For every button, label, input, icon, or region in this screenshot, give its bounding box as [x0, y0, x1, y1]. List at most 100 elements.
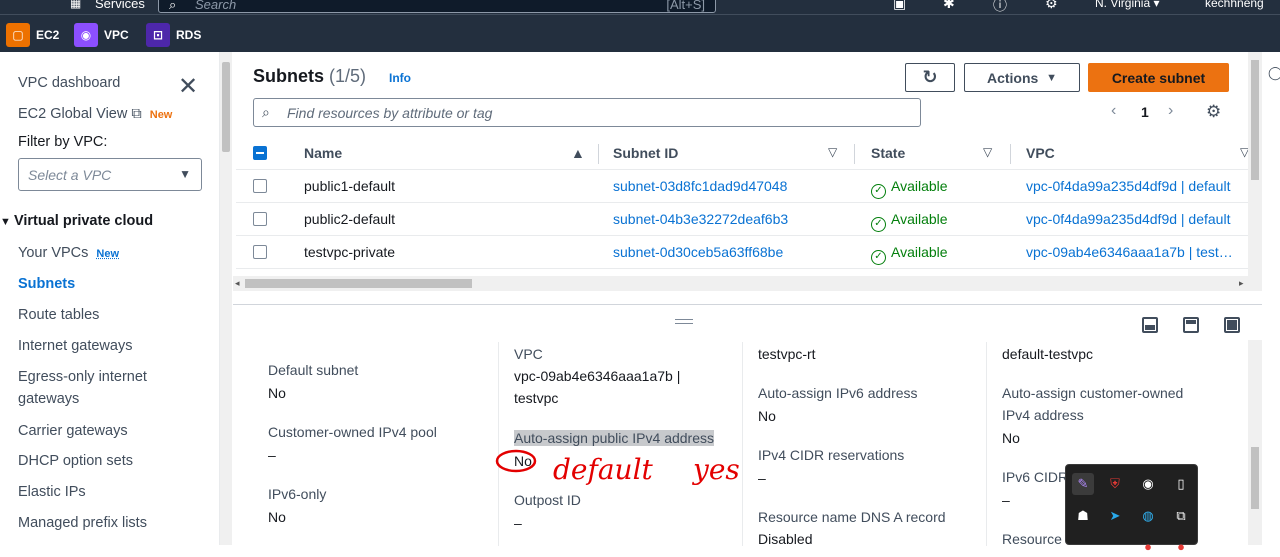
- app-icon[interactable]: ☗: [1072, 505, 1094, 527]
- row-name: public1-default: [304, 178, 396, 194]
- row-checkbox[interactable]: [253, 245, 267, 259]
- column-state[interactable]: State: [871, 145, 905, 161]
- favorite-vpc-label: VPC: [104, 28, 129, 42]
- nav-egress-only-gateways-line2[interactable]: gateways: [18, 391, 79, 407]
- row-vpc-link[interactable]: vpc-0f4da99a235d4df9d | default: [1026, 178, 1230, 194]
- telegram-icon[interactable]: ➤: [1104, 505, 1126, 527]
- help-icon[interactable]: ⓘ: [993, 0, 1007, 14]
- detail-route-table-link[interactable]: testvpc-rt: [758, 346, 816, 362]
- info-panel-icon[interactable]: ◯: [1268, 65, 1280, 81]
- nav-dhcp-option-sets[interactable]: DHCP option sets: [18, 453, 133, 469]
- account-menu[interactable]: kechhneng: [1205, 0, 1264, 10]
- notifications-icon[interactable]: ✱: [943, 0, 955, 12]
- app-icon[interactable]: ▫: [1072, 535, 1094, 557]
- nav-managed-prefix-lists[interactable]: Managed prefix lists: [18, 515, 147, 531]
- scrollbar-thumb[interactable]: [245, 279, 472, 288]
- actions-button[interactable]: Actions ▼: [964, 63, 1080, 92]
- panel-bottom-icon[interactable]: [1142, 317, 1158, 333]
- detail-value-autoassign-ipv6: No: [758, 408, 776, 424]
- pen-icon[interactable]: ✎: [1072, 473, 1094, 495]
- nav-carrier-gateways[interactable]: Carrier gateways: [18, 423, 128, 439]
- table-row[interactable]: public1-default subnet-03d8fc1dad9d47048…: [236, 170, 1248, 203]
- nav-vpc-dashboard[interactable]: VPC dashboard: [18, 75, 120, 91]
- column-divider[interactable]: [598, 144, 599, 164]
- row-subnet-id-link[interactable]: subnet-03d8fc1dad9d47048: [613, 178, 787, 194]
- sort-icon[interactable]: ▽: [828, 145, 837, 159]
- filter-input[interactable]: ⌕ Find resources by attribute or tag: [253, 98, 921, 127]
- details-scrollbar[interactable]: [1248, 340, 1262, 545]
- column-divider[interactable]: [1010, 144, 1011, 164]
- global-search-input[interactable]: ⌕ Search [Alt+S]: [158, 0, 716, 13]
- detail-nacl-link[interactable]: default-testvpc: [1002, 346, 1093, 362]
- favorite-rds[interactable]: ⊡ RDS: [146, 23, 201, 47]
- preferences-gear-icon[interactable]: ⚙: [1206, 102, 1221, 122]
- nav-your-vpcs[interactable]: Your VPCs New: [18, 245, 119, 261]
- table-horizontal-scrollbar[interactable]: ◂ ▸: [233, 276, 1248, 291]
- table-header: Name ▲ Subnet ID ▽ State ▽ VPC ▽: [236, 137, 1248, 170]
- vpc-filter-select[interactable]: Select a VPC ▼: [18, 158, 202, 191]
- row-vpc-link[interactable]: vpc-0f4da99a235d4df9d | default: [1026, 211, 1230, 227]
- table-vertical-scrollbar[interactable]: [1248, 52, 1262, 291]
- services-grid-icon[interactable]: ▦: [70, 0, 81, 10]
- panel-full-icon[interactable]: [1224, 317, 1240, 333]
- app-icon[interactable]: ●: [1170, 535, 1192, 557]
- column-divider[interactable]: [854, 144, 855, 164]
- previous-page-icon[interactable]: ‹: [1111, 102, 1116, 120]
- detail-value-ipv6-cidr: –: [1002, 492, 1010, 508]
- nav-route-tables[interactable]: Route tables: [18, 307, 99, 323]
- info-link[interactable]: Info: [389, 71, 411, 85]
- row-checkbox[interactable]: [253, 179, 267, 193]
- row-checkbox[interactable]: [253, 212, 267, 226]
- record-icon[interactable]: ◉: [1137, 473, 1159, 495]
- app-icon[interactable]: ●: [1137, 535, 1159, 557]
- favorite-vpc[interactable]: ◉ VPC: [74, 23, 129, 47]
- panel-side-icon[interactable]: [1183, 317, 1199, 333]
- nav-egress-only-gateways[interactable]: Egress-only internet: [18, 369, 147, 385]
- close-icon[interactable]: ✕: [178, 72, 198, 101]
- row-subnet-id-link[interactable]: subnet-0d30ceb5a63ff68be: [613, 244, 783, 260]
- sort-ascending-icon[interactable]: ▲: [571, 145, 585, 161]
- shield-icon[interactable]: ⛨: [1104, 473, 1126, 495]
- table-row[interactable]: public2-default subnet-04b3e32272deaf6b3…: [236, 203, 1248, 236]
- app-icon[interactable]: ▫: [1104, 535, 1126, 557]
- detail-vpc-link[interactable]: vpc-09ab4e6346aaa1a7b |: [514, 368, 680, 384]
- sidebar-scrollbar[interactable]: [220, 52, 232, 545]
- nav-section-virtual-private-cloud[interactable]: ▼ Virtual private cloud: [0, 213, 153, 229]
- cloudshell-icon[interactable]: ▣: [893, 0, 906, 12]
- settings-icon[interactable]: ⚙: [1045, 0, 1058, 12]
- column-vpc[interactable]: VPC: [1026, 145, 1055, 161]
- column-name[interactable]: Name: [304, 145, 342, 161]
- column-subnet-id[interactable]: Subnet ID: [613, 145, 678, 161]
- row-vpc-link[interactable]: vpc-09ab4e6346aaa1a7b | test…: [1026, 244, 1233, 260]
- region-selector[interactable]: N. Virginia ▾: [1095, 0, 1160, 10]
- create-subnet-button[interactable]: Create subnet: [1088, 63, 1229, 92]
- nav-subnets[interactable]: Subnets: [18, 276, 75, 292]
- edge-icon[interactable]: ◍: [1137, 505, 1159, 527]
- sort-icon[interactable]: ▽: [983, 145, 992, 159]
- usb-icon[interactable]: ▯: [1170, 473, 1192, 495]
- copy-icon[interactable]: ⧉: [1170, 505, 1192, 527]
- detail-vpc-link-line2[interactable]: testvpc: [514, 390, 558, 406]
- refresh-button[interactable]: ↻: [905, 63, 955, 92]
- services-menu[interactable]: Services: [95, 0, 145, 11]
- select-all-checkbox[interactable]: [253, 146, 267, 160]
- nav-section-label: Virtual private cloud: [13, 213, 154, 229]
- detail-label-cidr-reservations: IPv4 CIDR reservations: [758, 447, 905, 463]
- resize-handle[interactable]: [675, 319, 693, 324]
- page-number[interactable]: 1: [1141, 104, 1149, 120]
- nav-elastic-ips[interactable]: Elastic IPs: [18, 484, 86, 500]
- nav-ec2-global-view[interactable]: EC2 Global View ⧉ New: [18, 106, 172, 122]
- favorite-ec2[interactable]: ▢ EC2: [6, 23, 59, 47]
- detail-label-coip-autoassign: Auto-assign customer-owned: [1002, 385, 1184, 401]
- table-row[interactable]: testvpc-private subnet-0d30ceb5a63ff68be…: [236, 236, 1248, 269]
- sort-icon[interactable]: ▽: [1240, 145, 1248, 159]
- scroll-right-icon[interactable]: ▸: [1239, 278, 1244, 289]
- search-icon: ⌕: [169, 0, 177, 12]
- scrollbar-thumb[interactable]: [1251, 60, 1259, 180]
- row-subnet-id-link[interactable]: subnet-04b3e32272deaf6b3: [613, 211, 788, 227]
- scrollbar-thumb[interactable]: [1251, 447, 1259, 509]
- scrollbar-thumb[interactable]: [222, 62, 230, 152]
- nav-internet-gateways[interactable]: Internet gateways: [18, 338, 132, 354]
- next-page-icon[interactable]: ›: [1168, 102, 1173, 120]
- scroll-left-icon[interactable]: ◂: [235, 278, 240, 289]
